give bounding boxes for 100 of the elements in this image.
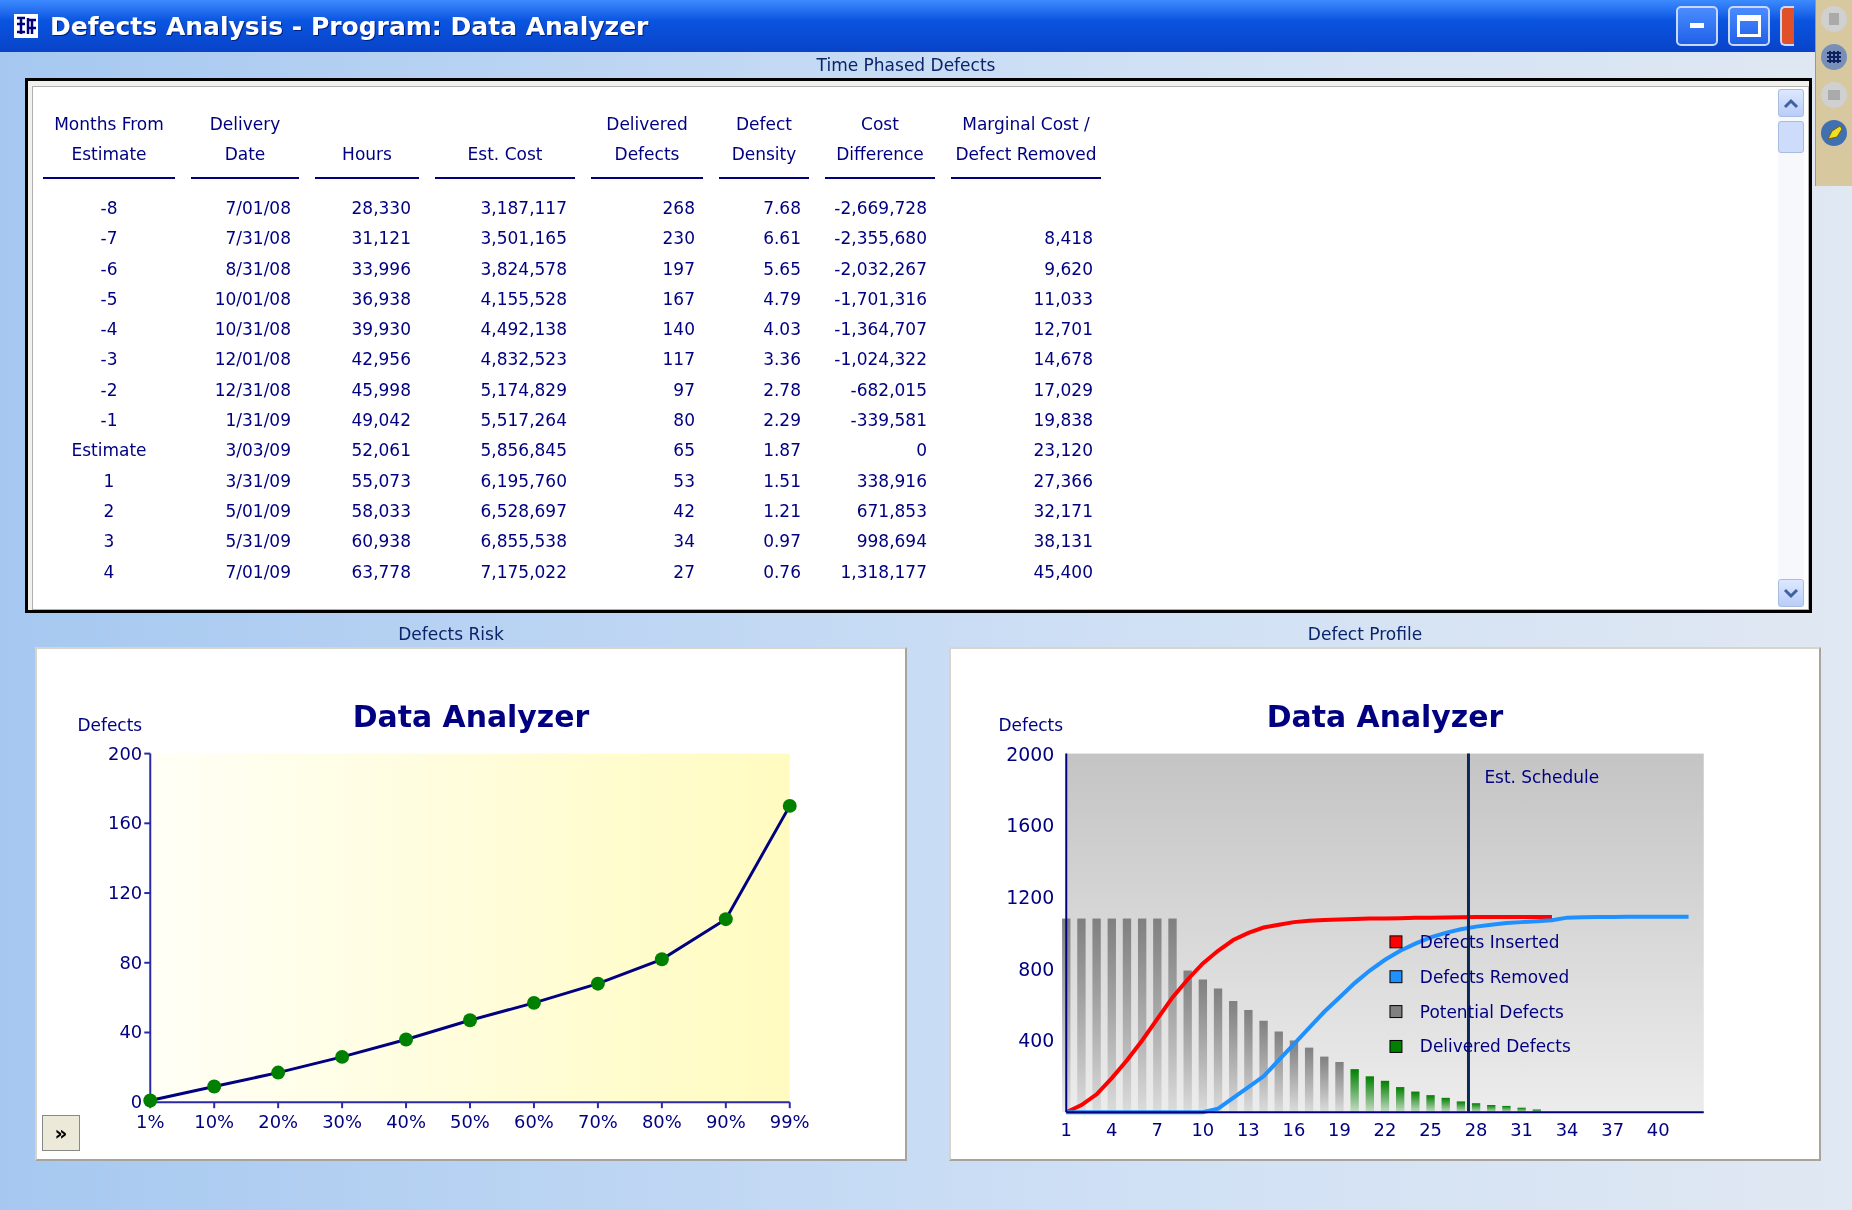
table-cell-text: -2,032,267 — [833, 257, 928, 281]
close-button[interactable] — [1780, 6, 1794, 46]
table-cell-text: 36,938 — [350, 287, 412, 311]
table-cell-text: -1,701,316 — [833, 287, 928, 311]
bar — [1365, 1076, 1374, 1113]
table-cell-text: 3/31/09 — [224, 469, 292, 493]
table-cell-text: -4 — [99, 318, 119, 342]
bar — [1517, 1107, 1526, 1113]
scroll-thumb[interactable] — [1778, 121, 1804, 153]
tick-label: 800 — [1018, 957, 1055, 980]
chart-title: Data Analyzer — [1266, 698, 1504, 734]
column-header: Delivered Defects — [606, 113, 688, 166]
table-cell-text: 12/31/08 — [213, 378, 292, 402]
table-cell-text: 167 — [661, 287, 696, 311]
table-cell-text: 58,033 — [350, 499, 412, 523]
table-cell-text: 7,175,022 — [479, 560, 568, 584]
table-cell-text: 42,956 — [350, 348, 412, 372]
tick-label: 25 — [1419, 1119, 1442, 1141]
scroll-up-button[interactable] — [1778, 89, 1804, 117]
table-cell-text: 5,517,264 — [479, 409, 568, 433]
tick-label: 16 — [1282, 1119, 1306, 1141]
scrollbar[interactable] — [1778, 89, 1804, 607]
maximize-button[interactable] — [1728, 6, 1770, 46]
annotation-label: Est. Schedule — [1484, 767, 1600, 788]
tick-label: 80% — [641, 1111, 682, 1133]
table-cell-text: 19,838 — [1032, 409, 1094, 433]
table-cell-text: 4 — [102, 560, 116, 584]
data-point — [399, 1032, 414, 1047]
bar — [1456, 1101, 1466, 1113]
table-cell-text: 117 — [661, 348, 696, 372]
column-header: Marginal Cost / Defect Removed — [955, 113, 1097, 166]
table-cell-text: -1 — [99, 409, 119, 433]
table-cell-text: 4,492,138 — [479, 318, 568, 342]
tick-label: 34 — [1555, 1119, 1579, 1141]
table-cell-text: 5.65 — [762, 257, 802, 281]
table-cell-text: 6,528,697 — [479, 499, 568, 523]
grid-icon[interactable] — [1819, 42, 1849, 72]
tick-label: 20% — [258, 1111, 299, 1133]
bar — [1532, 1109, 1541, 1113]
data-point — [782, 798, 797, 813]
data-point — [590, 976, 605, 991]
expand-button[interactable]: » — [42, 1115, 80, 1151]
data-point — [271, 1065, 286, 1080]
bar — [1502, 1105, 1511, 1113]
table-cell-text: 4,155,528 — [479, 287, 568, 311]
scroll-down-button[interactable] — [1778, 579, 1804, 607]
table-cell-text: 45,400 — [1032, 560, 1094, 584]
table-cell-text: 23,120 — [1032, 439, 1094, 463]
column-header: Cost Difference — [836, 113, 924, 166]
tick-label: 22 — [1373, 1119, 1397, 1141]
data-point — [527, 995, 541, 1010]
column-header: Est. Cost — [467, 143, 543, 166]
table-cell-text: 3/03/09 — [224, 439, 292, 463]
data-point — [463, 1013, 477, 1028]
data-point — [335, 1049, 350, 1064]
bar — [1487, 1105, 1496, 1113]
table-cell-text: 3,824,578 — [479, 257, 568, 281]
minimize-button[interactable] — [1676, 6, 1718, 46]
legend-swatch — [1389, 935, 1403, 949]
table-cell-text: 53 — [672, 469, 696, 493]
tick-label: 40 — [119, 1021, 143, 1043]
table-cell-text: 7.68 — [762, 197, 802, 220]
bar — [1471, 1103, 1481, 1113]
tick-label: 1200 — [1006, 886, 1055, 908]
table-cell-text: 27 — [672, 560, 696, 584]
tick-label: 13 — [1237, 1119, 1260, 1141]
data-point — [143, 1093, 158, 1108]
table-cell-text: 10/01/08 — [213, 287, 292, 311]
table-cell-text: 11,033 — [1032, 287, 1094, 311]
table-cell-text: Estimate — [70, 439, 148, 463]
table-cell-text: 4,832,523 — [479, 348, 568, 372]
table-cell-text: 268 — [661, 197, 696, 220]
tick-label: 30% — [322, 1111, 362, 1133]
tick-label: 70% — [578, 1111, 618, 1133]
tick-label: 10 — [1191, 1119, 1215, 1141]
highlighter-icon[interactable] — [1819, 118, 1849, 148]
table-cell-text: 42 — [672, 499, 696, 523]
table-cell-text: -339,581 — [849, 409, 928, 433]
bar — [1335, 1062, 1344, 1113]
tick-label: 160 — [108, 812, 143, 834]
table-cell-text: 1.21 — [762, 499, 802, 523]
table-cell-text: 1 — [102, 469, 116, 493]
tick-label: 200 — [108, 742, 143, 764]
tick-label: 31 — [1510, 1119, 1533, 1141]
tick-label: 120 — [108, 882, 143, 903]
table-cell-text: -8 — [99, 197, 119, 220]
table-cell-text: -6 — [99, 257, 119, 281]
table-cell-text: -2 — [99, 378, 119, 402]
minimize-icon — [1690, 23, 1704, 29]
table-cell-text: 6,195,760 — [479, 469, 568, 493]
data-point — [207, 1079, 222, 1094]
table-cell-text: -5 — [99, 287, 119, 311]
column-header: Months From Estimate — [54, 113, 164, 166]
table-cell-text: 49,042 — [350, 409, 412, 433]
table-cell-text: 6.61 — [762, 227, 802, 251]
column-header: Delivery Date — [209, 113, 281, 166]
tick-label: 1% — [136, 1111, 165, 1133]
table-cell-text: 65 — [672, 439, 696, 463]
table-cell-text: 31,121 — [350, 227, 412, 251]
table-cell-text: 197 — [661, 257, 696, 281]
